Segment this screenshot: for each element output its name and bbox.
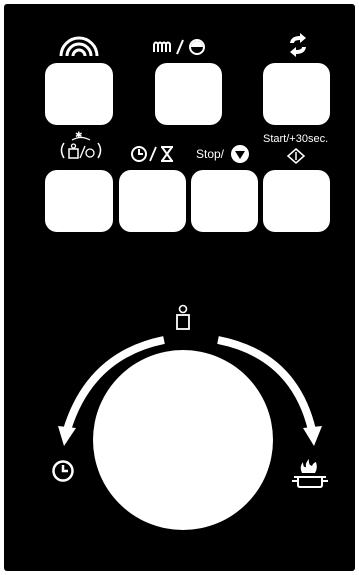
grill-microwave-button[interactable] bbox=[155, 63, 222, 125]
defrost-weight-icon: ✱ bbox=[60, 131, 102, 159]
rotate-icon bbox=[290, 33, 306, 57]
stop-button[interactable] bbox=[191, 170, 258, 232]
stop-label: Stop/ bbox=[196, 147, 225, 161]
start-label: Start/+30sec. bbox=[263, 133, 329, 145]
wifi-button[interactable] bbox=[45, 63, 113, 125]
auto-cook-button[interactable] bbox=[263, 63, 330, 125]
wifi-icon bbox=[59, 36, 99, 57]
grill-fan-icon bbox=[153, 39, 205, 55]
defrost-weight-button[interactable] bbox=[45, 170, 113, 232]
stop-triangle-icon bbox=[231, 145, 249, 163]
control-dial[interactable] bbox=[93, 350, 273, 530]
clock-icon bbox=[52, 460, 74, 482]
start-diamond-icon bbox=[286, 148, 306, 164]
svg-text:✱: ✱ bbox=[75, 131, 83, 141]
flame-pot-icon bbox=[292, 459, 328, 488]
clock-hourglass-icon bbox=[131, 146, 173, 162]
start-button[interactable] bbox=[263, 170, 330, 232]
clock-timer-button[interactable] bbox=[119, 170, 186, 232]
